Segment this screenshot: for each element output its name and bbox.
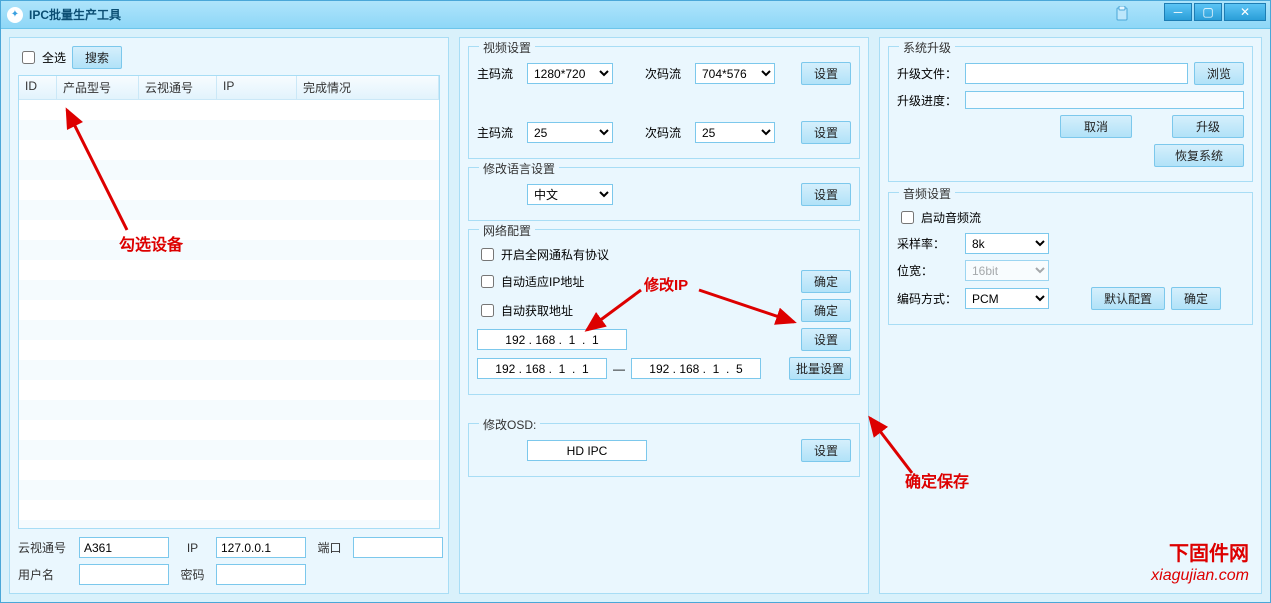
col-ip[interactable]: IP [217, 76, 297, 99]
col-id[interactable]: ID [19, 76, 57, 99]
select-all-input[interactable] [22, 51, 35, 64]
net-chk2[interactable]: 自动适应IP地址 [477, 272, 584, 291]
net-range-a[interactable] [477, 358, 607, 379]
app-icon: ✦ [7, 7, 23, 23]
middle-panel: 视频设置 主码流 1280*720 次码流 704*576 设置 主码流 [459, 37, 869, 594]
network-settings: 网络配置 开启全网通私有协议 自动适应IP地址 确定 自动获取地址 确定 [468, 229, 860, 395]
cloud-label: 云视通号 [18, 539, 73, 556]
select-all-checkbox[interactable]: 全选 [18, 48, 66, 67]
connection-form: 云视通号 IP 端口 用户名 密码 [18, 529, 440, 585]
window-title: IPC批量生产工具 [29, 6, 121, 23]
watermark: 下固件网 xiagujian.com [1151, 542, 1249, 585]
video-set-2[interactable]: 设置 [801, 121, 851, 144]
minimize-button[interactable]: ─ [1164, 3, 1192, 21]
titlebar: ✦ IPC批量生产工具 ─ ▢ ✕ [1, 1, 1270, 29]
restore-button[interactable]: 恢复系统 [1154, 144, 1244, 167]
annot-save: 确定保存 [905, 468, 969, 492]
close-button[interactable]: ✕ [1224, 3, 1266, 21]
net-chk1[interactable]: 开启全网通私有协议 [477, 245, 609, 264]
pwd-label: 密码 [175, 566, 210, 583]
pwd-input[interactable] [216, 564, 306, 585]
upgrade-settings: 系统升级 升级文件： 浏览 升级进度： 取消 升级 [888, 46, 1253, 182]
maximize-button[interactable]: ▢ [1194, 3, 1222, 21]
cancel-button[interactable]: 取消 [1060, 115, 1132, 138]
audio-default[interactable]: 默认配置 [1091, 287, 1165, 310]
mainstream-fps[interactable]: 25 [527, 122, 613, 143]
right-panel: 系统升级 升级文件： 浏览 升级进度： 取消 升级 [879, 37, 1262, 594]
port-label: 端口 [312, 539, 347, 556]
col-status[interactable]: 完成情况 [297, 76, 439, 99]
cloud-input[interactable] [79, 537, 169, 558]
video-set-1[interactable]: 设置 [801, 62, 851, 85]
substream-fps[interactable]: 25 [695, 122, 775, 143]
video-settings: 视频设置 主码流 1280*720 次码流 704*576 设置 主码流 [468, 46, 860, 159]
user-label: 用户名 [18, 566, 73, 583]
upgrade-file-input[interactable] [965, 63, 1188, 84]
language-settings: 修改语言设置 中文 设置 [468, 167, 860, 221]
search-button[interactable]: 搜索 [72, 46, 122, 69]
lang-set[interactable]: 设置 [801, 183, 851, 206]
substream-res[interactable]: 704*576 [695, 63, 775, 84]
port-input[interactable] [353, 537, 443, 558]
ip-label: IP [175, 541, 210, 555]
upgrade-button[interactable]: 升级 [1172, 115, 1244, 138]
audio-enable[interactable]: 启动音频流 [897, 208, 981, 227]
net-ok-1[interactable]: 确定 [801, 270, 851, 293]
net-set[interactable]: 设置 [801, 328, 851, 351]
browse-button[interactable]: 浏览 [1194, 62, 1244, 85]
device-table: ID 产品型号 云视通号 IP 完成情况 勾选设备 [18, 75, 440, 529]
app-window: ✦ IPC批量生产工具 ─ ▢ ✕ 全选 搜索 ID 产品型号 [0, 0, 1271, 603]
left-panel: 全选 搜索 ID 产品型号 云视通号 IP 完成情况 勾选设备 [9, 37, 449, 594]
audio-ok[interactable]: 确定 [1171, 287, 1221, 310]
progress-bar [965, 91, 1244, 109]
osd-set[interactable]: 设置 [801, 439, 851, 462]
clipboard-icon[interactable] [1114, 6, 1130, 22]
ip-input[interactable] [216, 537, 306, 558]
net-range-b[interactable] [631, 358, 761, 379]
audio-rate[interactable]: 8k [965, 233, 1049, 254]
col-cloud[interactable]: 云视通号 [139, 76, 217, 99]
audio-bits: 16bit [965, 260, 1049, 281]
audio-enc[interactable]: PCM [965, 288, 1049, 309]
net-ip-input[interactable] [477, 329, 627, 350]
net-chk3[interactable]: 自动获取地址 [477, 301, 573, 320]
osd-input[interactable] [527, 440, 647, 461]
net-ok-2[interactable]: 确定 [801, 299, 851, 322]
mainstream-res[interactable]: 1280*720 [527, 63, 613, 84]
audio-settings: 音频设置 启动音频流 采样率： 8k 位宽： 16bit 编码方式： PCM [888, 192, 1253, 325]
table-body [19, 100, 439, 528]
net-batch[interactable]: 批量设置 [789, 357, 851, 380]
osd-settings: 修改OSD: 设置 [468, 423, 860, 477]
user-input[interactable] [79, 564, 169, 585]
language-select[interactable]: 中文 [527, 184, 613, 205]
col-model[interactable]: 产品型号 [57, 76, 139, 99]
